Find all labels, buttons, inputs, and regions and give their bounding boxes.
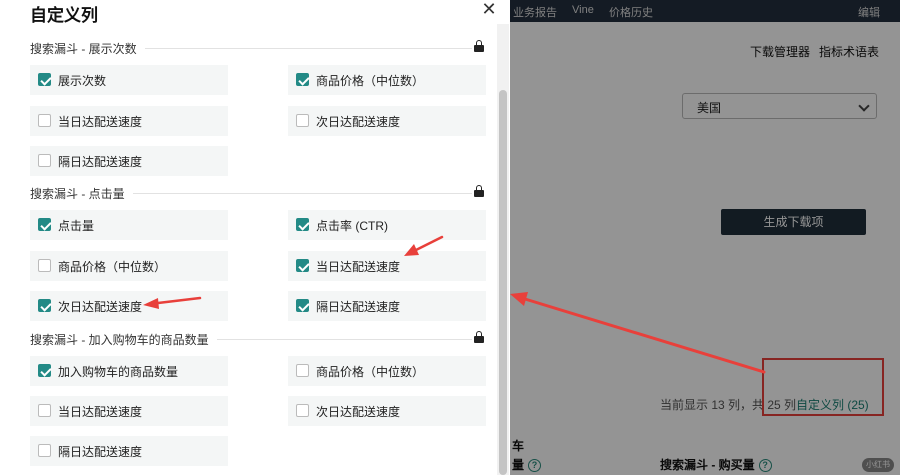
option-label: 商品价格（中位数） — [58, 260, 167, 274]
option-ctr[interactable]: 点击率 (CTR) — [288, 210, 486, 240]
option-next-day-delivery[interactable]: 次日达配送速度 — [30, 291, 228, 321]
option-next-day-delivery[interactable]: 次日达配送速度 — [288, 396, 486, 426]
checkbox[interactable] — [296, 404, 309, 417]
checkbox[interactable] — [38, 218, 51, 231]
checkbox[interactable] — [38, 364, 51, 377]
option-label: 商品价格（中位数） — [316, 74, 425, 88]
option-label: 加入购物车的商品数量 — [58, 365, 179, 379]
option-add-to-cart-count[interactable]: 加入购物车的商品数量 — [30, 356, 228, 386]
option-same-day-delivery[interactable]: 当日达配送速度 — [30, 396, 228, 426]
checkbox[interactable] — [296, 259, 309, 272]
checkbox[interactable] — [38, 154, 51, 167]
lock-icon — [474, 331, 484, 343]
option-impressions[interactable]: 展示次数 — [30, 65, 228, 95]
checkbox[interactable] — [296, 73, 309, 86]
option-label: 隔日达配送速度 — [316, 300, 401, 314]
option-clicks[interactable]: 点击量 — [30, 210, 228, 240]
checkbox[interactable] — [38, 444, 51, 457]
lock-icon — [474, 185, 484, 197]
option-same-day-delivery[interactable]: 当日达配送速度 — [30, 106, 228, 136]
option-label: 次日达配送速度 — [316, 405, 401, 419]
checkbox[interactable] — [38, 259, 51, 272]
checkbox[interactable] — [38, 114, 51, 127]
scrollbar-thumb[interactable] — [499, 90, 507, 475]
option-same-day-delivery[interactable]: 当日达配送速度 — [288, 251, 486, 281]
option-label: 点击率 (CTR) — [316, 219, 388, 233]
option-label: 隔日达配送速度 — [58, 155, 143, 169]
option-price-median[interactable]: 商品价格（中位数） — [30, 251, 228, 281]
option-label: 展示次数 — [58, 74, 107, 88]
option-two-day-delivery[interactable]: 隔日达配送速度 — [30, 436, 228, 466]
option-label: 次日达配送速度 — [58, 300, 143, 314]
option-label: 当日达配送速度 — [316, 260, 401, 274]
checkbox[interactable] — [38, 299, 51, 312]
section-title: 搜索漏斗 - 展示次数 — [30, 40, 145, 57]
option-label: 隔日达配送速度 — [58, 445, 143, 459]
checkbox[interactable] — [296, 364, 309, 377]
checkbox[interactable] — [38, 404, 51, 417]
lock-icon — [474, 40, 484, 52]
checkbox[interactable] — [296, 114, 309, 127]
checkbox[interactable] — [296, 218, 309, 231]
option-two-day-delivery[interactable]: 隔日达配送速度 — [288, 291, 486, 321]
option-price-median[interactable]: 商品价格（中位数） — [288, 356, 486, 386]
option-next-day-delivery[interactable]: 次日达配送速度 — [288, 106, 486, 136]
option-label: 点击量 — [58, 219, 95, 233]
section-impressions-header: 搜索漏斗 - 展示次数 — [30, 40, 490, 57]
modal-title: 自定义列 — [30, 6, 98, 25]
section-title: 搜索漏斗 - 点击量 — [30, 185, 133, 202]
option-price-median[interactable]: 商品价格（中位数） — [288, 65, 486, 95]
option-label: 商品价格（中位数） — [316, 365, 425, 379]
close-icon[interactable]: ✕ — [480, 0, 498, 18]
option-label: 次日达配送速度 — [316, 115, 401, 129]
option-label: 当日达配送速度 — [58, 115, 143, 129]
option-label: 当日达配送速度 — [58, 405, 143, 419]
checkbox[interactable] — [296, 299, 309, 312]
section-clicks-header: 搜索漏斗 - 点击量 — [30, 185, 490, 202]
customize-columns-modal: 自定义列 ✕ 搜索漏斗 - 展示次数 展示次数 商品价格（中位数） 当日达配送速… — [0, 0, 510, 475]
checkbox[interactable] — [38, 73, 51, 86]
option-two-day-delivery[interactable]: 隔日达配送速度 — [30, 146, 228, 176]
section-title: 搜索漏斗 - 加入购物车的商品数量 — [30, 331, 217, 348]
section-add-to-cart-header: 搜索漏斗 - 加入购物车的商品数量 — [30, 331, 490, 348]
